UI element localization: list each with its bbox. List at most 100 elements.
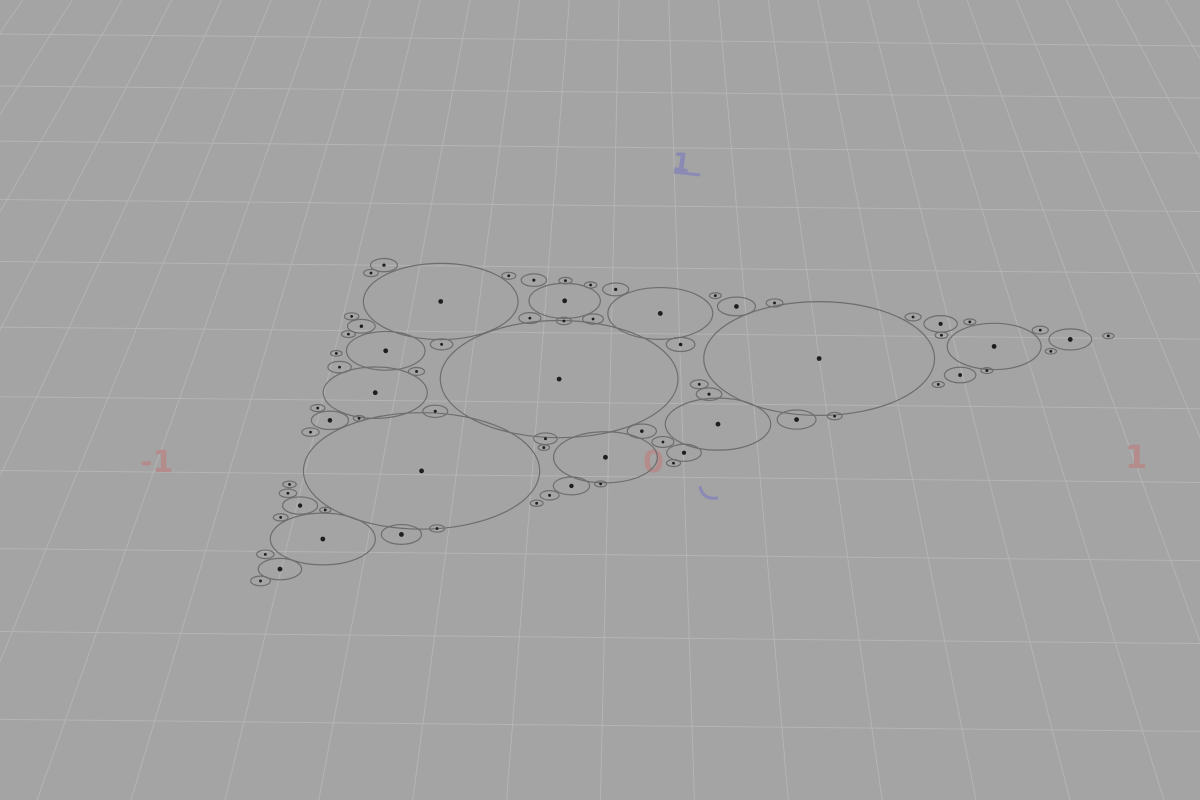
grid-row-0 [0,33,1200,47]
circle-center-dot [415,370,418,373]
circle-center-dot [911,315,915,319]
circle-center-dot [1106,334,1110,338]
circle-center-dot [507,274,511,278]
circle-center-dot [419,468,424,474]
circle-center-dot [320,536,326,542]
grid-col-22 [1016,0,1200,440]
circle-center-dot [958,373,963,377]
circle-center-dot [794,417,799,422]
circle-center-dot [350,315,354,318]
circle-center-dot [589,283,592,287]
circle-center-dot [532,278,536,282]
circle-center-dot [562,298,568,304]
circle-center-dot [433,409,437,413]
circle-center-dot [382,263,386,267]
circle-center-dot [286,491,290,495]
circle-center-dot [564,279,567,283]
ground-grid [0,0,1200,800]
grid-row-4 [0,260,1200,274]
grid-col-13 [506,0,570,800]
axis-label-x-negative: -1 [140,445,173,480]
circle-center-dot [569,483,574,489]
grid-col-17 [767,0,883,800]
grid-col-25 [1165,0,1200,60]
circle-center-dot [334,351,338,355]
grid-col-5 [0,0,173,332]
grid-col-4 [0,0,123,213]
circle-center-dot [1067,337,1073,342]
grid-col-2 [0,0,23,34]
circle-center-dot [773,301,776,305]
grid-col-24 [1115,0,1200,160]
circle-center-dot [985,369,989,372]
grid-col-20 [916,0,1165,800]
circle-center-dot [309,430,312,434]
grid-col-6 [0,0,222,478]
circle-center-dot [734,304,739,309]
circle-center-dot [1049,349,1053,353]
circle-center-dot [316,406,320,410]
grid-row-3 [0,199,1200,213]
circle-center-dot [369,271,373,275]
circle-center-dot [707,392,711,396]
circle-center-dot [657,311,663,316]
circle-center-dot [715,421,721,427]
circle-center-dot [661,440,665,444]
circle-center-dot [556,376,562,382]
circle-center-dot [940,333,943,337]
circle-center-dot [562,319,566,323]
circle-center-dot [372,390,378,396]
circle-center-dot [672,461,675,465]
circle-center-dot [833,414,837,418]
circle-center-dot [603,454,608,460]
circle-center-dot [697,382,701,386]
circle-center-dot [678,342,683,347]
circle-center-dot [681,450,687,455]
grid-col-3 [0,0,73,116]
circle-center-dot [1038,328,1042,332]
3d-viewport[interactable]: -1 1 0 1 [0,0,1200,800]
circle-center-dot [535,501,539,505]
axis-marker-origin-hook [698,485,719,500]
circle-center-dot [359,324,364,328]
circle-center-dot [327,418,333,423]
circle-center-dot [338,365,341,369]
axis-label-x-positive: 1 [1125,438,1147,476]
circle-center-dot [279,516,283,519]
circle-center-dot [288,483,291,486]
grid-col-12 [412,0,521,800]
grid-col-14 [599,0,620,800]
scene-canvas[interactable]: -1 1 0 1 [0,0,1200,800]
circle-center-dot [438,299,444,304]
circle-center-dot [544,437,547,441]
circle-center-dot [435,527,439,530]
circle-center-dot [591,317,595,321]
circle-center-dot [297,503,303,508]
circle-center-dot [938,321,943,326]
grid-row-1 [0,85,1200,99]
grid-col-7 [0,0,272,663]
circle-center-dot [548,493,551,497]
grid-row-10 [0,718,1200,732]
axis-label-origin: 0 [643,445,664,480]
circle-center-dot [528,316,532,320]
circle-center-dot [357,416,361,420]
circle-center-dot [713,294,717,298]
circle-center-dot [347,332,350,336]
circle-center-dot [259,579,262,583]
circle-center-dot [991,344,997,349]
circle-center-dot [542,446,546,449]
circle-center-dot [440,342,443,346]
circle-center-dot [277,566,283,572]
circle-center-dot [263,552,267,556]
grid-col-8 [36,0,322,800]
circle-center-dot [614,287,618,291]
circle-center-dot [640,429,644,433]
grid-col-16 [717,0,789,800]
circle-center-dot [599,482,603,486]
circle-center-dot [383,348,389,354]
circle-center-dot [399,532,404,537]
grid-row-8 [0,548,1200,562]
circle-center-dot [323,508,327,512]
circle-center-dot [816,356,822,361]
